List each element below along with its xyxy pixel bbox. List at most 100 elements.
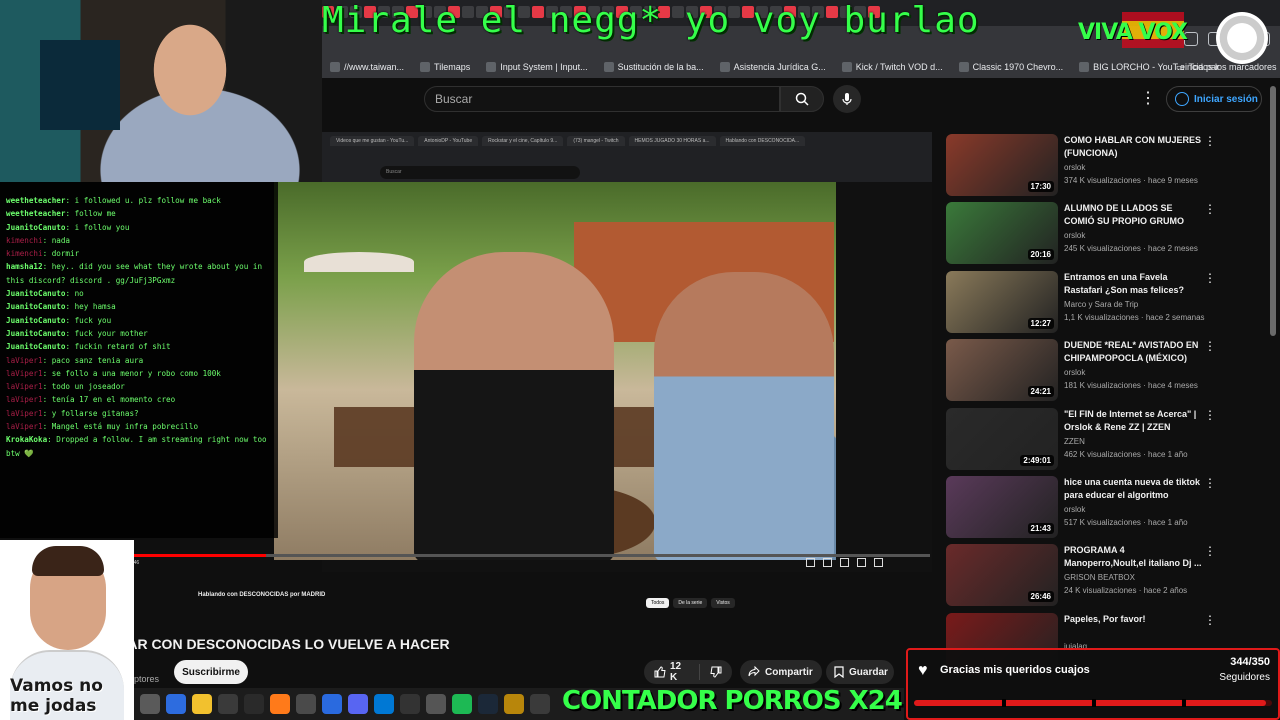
like-button[interactable]: 12 K	[644, 661, 700, 683]
chat-text: : i followed u. plz follow me back	[65, 196, 221, 205]
scrollbar[interactable]	[1270, 86, 1276, 336]
more-actions-icon[interactable]: ⋮	[1204, 544, 1216, 558]
video-frame[interactable]	[274, 182, 836, 560]
recommendation-item[interactable]: 12:27 Entramos en una Favela Rastafari ¿S…	[946, 270, 1226, 333]
chat-message: KrokaKoka: Dropped a follow. I am stream…	[6, 433, 274, 460]
recommendation-title[interactable]: ALUMNO DE LLADOS SE COMIÓ SU PROPIO GRUM…	[1064, 202, 1202, 228]
cast-icon[interactable]	[857, 558, 866, 567]
chat-username: JuanitoCanuto	[6, 222, 66, 232]
chat-text: : y follarse gitanas?	[42, 408, 139, 418]
bookmark-label: //www.taiwan...	[344, 62, 405, 72]
bookmark-icon	[486, 62, 497, 72]
taskbar-app-icon[interactable]	[296, 694, 316, 714]
taskbar-app-icon[interactable]	[530, 694, 550, 714]
recommendation-title[interactable]: COMO HABLAR CON MUJERES (FUNCIONA)	[1064, 134, 1202, 160]
taskbar-app-icon[interactable]	[400, 694, 420, 714]
webcam-monitor	[40, 40, 120, 130]
taskbar-app-icon[interactable]	[322, 694, 342, 714]
miniplayer-icon[interactable]	[823, 558, 832, 567]
more-actions-icon[interactable]: ⋮	[1204, 134, 1216, 148]
settings-icon[interactable]	[806, 558, 815, 567]
bookmark-item[interactable]: Asistencia Jurídica G...	[712, 62, 834, 72]
recommendation-title[interactable]: PROGRAMA 4 Manoperro,Noult,el italiano D…	[1064, 544, 1202, 570]
theater-icon[interactable]	[840, 558, 849, 567]
more-actions-icon[interactable]: ⋮	[1204, 408, 1216, 422]
recommendation-channel[interactable]: ZZEN	[1064, 437, 1085, 446]
recommendation-item[interactable]: 20:16 ALUMNO DE LLADOS SE COMIÓ SU PROPIO…	[946, 202, 1226, 265]
taskbar-app-icon[interactable]	[244, 694, 264, 714]
chat-text: : hey hamsa	[65, 302, 116, 312]
share-icon	[748, 666, 760, 677]
recommendation-thumbnail[interactable]: 24:21	[946, 339, 1058, 402]
recommendation-thumbnail[interactable]: 2:49:01	[946, 407, 1058, 470]
chat-message: weetheteacher: i followed u. plz follow …	[6, 194, 274, 207]
recommendation-item[interactable]: 21:43 hice una cuenta nueva de tiktok par…	[946, 476, 1226, 538]
search-button[interactable]	[780, 86, 824, 112]
bookmark-item[interactable]: //www.taiwan...	[322, 62, 412, 72]
chat-username: JuanitoCanuto	[6, 328, 66, 338]
more-actions-icon[interactable]: ⋮	[1204, 339, 1216, 353]
recommendation-title[interactable]: Entramos en una Favela Rastafari ¿Son ma…	[1064, 271, 1202, 297]
recommendation-thumbnail[interactable]: 26:46	[946, 544, 1058, 607]
bookmark-item[interactable]: Classic 1970 Chevro...	[951, 62, 1072, 72]
recommendation-channel[interactable]: orslok	[1064, 231, 1085, 240]
taskbar-app-icon[interactable]	[452, 694, 472, 714]
dislike-button[interactable]	[700, 666, 732, 678]
more-actions-icon[interactable]: ⋮	[1204, 202, 1216, 216]
recommendation-thumbnail[interactable]: 17:30	[946, 134, 1058, 196]
bookmark-item[interactable]: Sustitución de la ba...	[596, 62, 712, 72]
share-button[interactable]: Compartir	[740, 660, 822, 684]
taskbar-app-icon[interactable]	[140, 694, 160, 714]
recommendation-item[interactable]: 17:30 COMO HABLAR CON MUJERES (FUNCIONA) o…	[946, 134, 1226, 196]
taskbar-app-icon[interactable]	[478, 694, 498, 714]
more-actions-icon[interactable]: ⋮	[1204, 476, 1216, 490]
taskbar-app-icon[interactable]	[166, 694, 186, 714]
taskbar-app-icon[interactable]	[192, 694, 212, 714]
fullscreen-icon[interactable]	[874, 558, 883, 567]
signin-button[interactable]: Iniciar sesión	[1166, 86, 1262, 112]
recommendation-title[interactable]: Papeles, Por favor!	[1064, 613, 1202, 626]
inner-filter-chips: Todos De la serie Vistos	[646, 598, 735, 608]
video-progress-bar[interactable]	[100, 554, 930, 557]
voice-search-button[interactable]	[833, 85, 861, 113]
recommendation-title[interactable]: DUENDE *REAL* AVISTADO EN CHIPAMPOPOCLA …	[1064, 339, 1202, 365]
chat-username: JuanitoCanuto	[6, 315, 66, 325]
chat-username: JuanitoCanuto	[6, 302, 66, 312]
recommendation-thumbnail[interactable]: 20:16	[946, 202, 1058, 265]
recommendation-title[interactable]: "El FIN de Internet se Acerca" | Orslok …	[1064, 408, 1202, 434]
chat-message: JuanitoCanuto: no	[6, 287, 274, 300]
taskbar-app-icon[interactable]	[270, 694, 290, 714]
recommendation-channel[interactable]: orslok	[1064, 163, 1085, 172]
bookmark-item[interactable]: Tilemaps	[412, 62, 478, 72]
recommendation-item[interactable]: 26:46 PROGRAMA 4 Manoperro,Noult,el itali…	[946, 544, 1226, 607]
taskbar-app-icon[interactable]	[504, 694, 524, 714]
vivavox-logo-text: VIVA VOX	[1078, 20, 1188, 45]
taskbar-app-icon[interactable]	[348, 694, 368, 714]
search-input[interactable]: Buscar	[424, 86, 780, 112]
more-options-button[interactable]: ⋮	[1140, 88, 1156, 110]
save-label: Guardar	[849, 666, 888, 678]
bookmark-item[interactable]: Kick / Twitch VOD d...	[834, 62, 951, 72]
recommendation-channel[interactable]: orslok	[1064, 505, 1085, 514]
save-button[interactable]: Guardar	[826, 660, 894, 684]
more-actions-icon[interactable]: ⋮	[1204, 613, 1216, 627]
recommendation-channel[interactable]: GRISON BEATBOX	[1064, 573, 1135, 582]
recommendation-item[interactable]: 2:49:01 "El FIN de Internet se Acerca" | …	[946, 407, 1226, 470]
taskbar-app-icon[interactable]	[374, 694, 394, 714]
recommendation-thumbnail[interactable]: 21:43	[946, 476, 1058, 538]
taskbar-app-icon[interactable]	[218, 694, 238, 714]
recommendation-thumbnail[interactable]: 12:27	[946, 270, 1058, 333]
subscribe-button[interactable]: Suscribirme	[174, 660, 248, 684]
recommendation-title[interactable]: hice una cuenta nueva de tiktok para edu…	[1064, 476, 1202, 502]
bookmark-icon	[719, 62, 730, 72]
recommendation-channel[interactable]: orslok	[1064, 368, 1085, 377]
more-actions-icon[interactable]: ⋮	[1204, 271, 1216, 285]
taskbar-app-icon[interactable]	[426, 694, 446, 714]
inner-search: Buscar	[380, 166, 580, 179]
recommendation-channel[interactable]: Marco y Sara de Trip	[1064, 300, 1138, 309]
mic-icon	[842, 93, 852, 105]
bookmark-item[interactable]: Input System | Input...	[478, 62, 595, 72]
recommendation-item[interactable]: 24:21 DUENDE *REAL* AVISTADO EN CHIPAMPOP…	[946, 339, 1226, 402]
goal-tick	[1002, 699, 1006, 707]
like-count: 12 K	[669, 661, 682, 683]
